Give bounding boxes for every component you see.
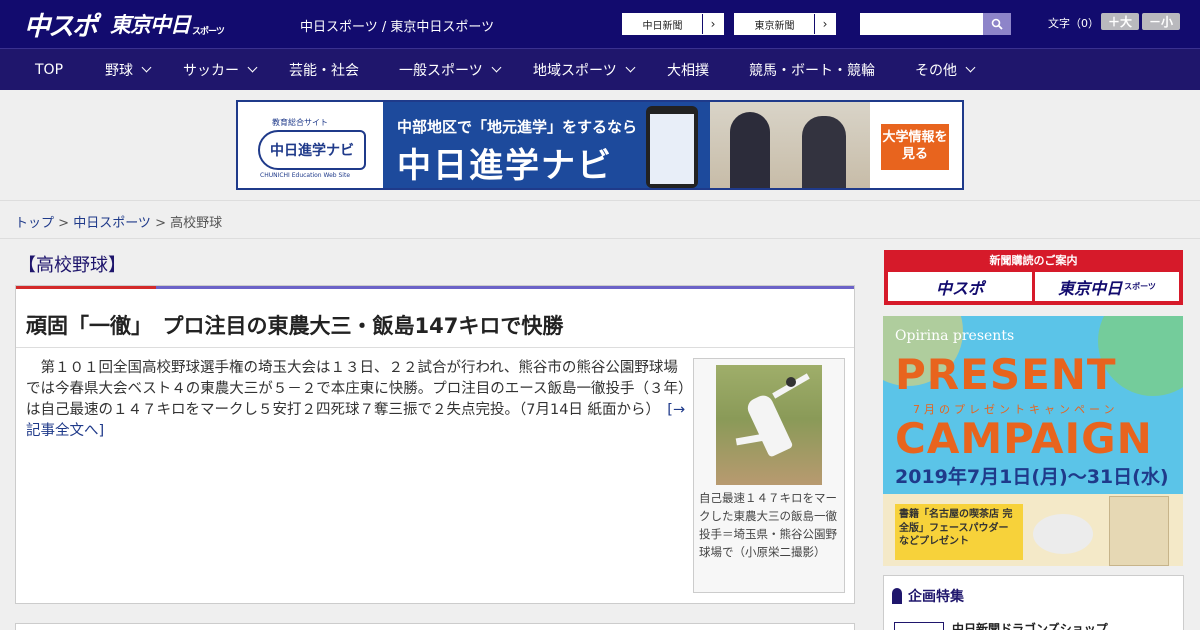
article-title[interactable]: 頑固「一徹」 プロ注目の東農大三・飯島147キロで快勝 xyxy=(26,310,563,340)
powder-jar-image xyxy=(1033,514,1093,554)
subscribe-tokyo-button[interactable]: 東京中日 スポーツ xyxy=(1035,272,1179,301)
ad-badge: 中日進学ナビ xyxy=(258,130,366,170)
photo-box: 自己最速１４７キロをマークした東農大三の飯島一徹投手＝埼玉県・熊谷公園野球場で（… xyxy=(693,358,845,593)
nav-item-baseball[interactable]: 野球 xyxy=(105,49,152,90)
breadcrumb-home[interactable]: トップ xyxy=(15,216,54,231)
promo-campaign: CAMPAIGN xyxy=(895,414,1153,463)
feature-box: 企画特集 中日新聞ドラゴンズショップ xyxy=(883,575,1184,630)
subscribe-chuspo-label: 中スポ xyxy=(935,278,984,298)
article-body: 第１０１回全国高校野球選手権の埼玉大会は１３日、２２試合が行われ、熊谷市の熊谷公… xyxy=(26,358,686,442)
chunichi-shimbun-label: 中日新聞 xyxy=(623,14,703,34)
ad-cta-button[interactable]: 大学情報を見る xyxy=(881,124,949,170)
chuspo-logo[interactable]: 中スポ xyxy=(24,6,98,42)
next-article-card xyxy=(15,623,855,630)
nav-item-other[interactable]: その他 xyxy=(915,49,976,90)
nav-label: 一般スポーツ xyxy=(399,62,483,79)
nav-label: 地域スポーツ xyxy=(533,62,617,79)
subscription-banner: 新聞購読のご案内 中スポ 東京中日 スポーツ xyxy=(884,250,1183,305)
chevron-right-icon: › xyxy=(710,17,716,31)
nav-label: TOP xyxy=(35,61,64,78)
nav-label: サッカー xyxy=(183,62,239,79)
font-decrease-button[interactable]: －小 xyxy=(1142,13,1180,30)
tokyo-logo-text: 東京中日 xyxy=(110,13,191,37)
chevron-down-icon xyxy=(141,62,152,73)
promo-book-text: 書籍「名古屋の喫茶店 完全版」フェースパウダー などプレゼント xyxy=(895,504,1023,560)
promo-present: PRESENT xyxy=(895,350,1117,399)
subscribe-tokyo-sub: スポーツ xyxy=(1124,282,1156,291)
tokyo-chunichi-logo[interactable]: 東京中日 スポーツ xyxy=(110,6,225,42)
nav-item-soccer[interactable]: サッカー xyxy=(183,49,258,90)
article-card: 頑固「一徹」 プロ注目の東農大三・飯島147キロで快勝 第１０１回全国高校野球選… xyxy=(15,285,855,604)
chevron-down-icon xyxy=(247,62,258,73)
nav-item-entertainment[interactable]: 芸能・社会 xyxy=(289,49,359,90)
ad-badge-top: 教育総合サイト xyxy=(272,118,328,127)
font-increase-button[interactable]: ＋大 xyxy=(1101,13,1139,30)
breadcrumb-sep: > xyxy=(54,216,74,231)
pitcher-photo[interactable] xyxy=(716,365,822,485)
section-heading: 【高校野球】 xyxy=(18,255,126,276)
nav-label: 芸能・社会 xyxy=(289,62,359,79)
feature-thumb xyxy=(894,621,944,630)
ad-badge-bottom: CHUNICHI Education Web Site xyxy=(260,172,351,179)
tokyo-logo-sub: スポーツ xyxy=(192,26,225,37)
photo-caption: 自己最速１４７キロをマークした東農大三の飯島一徹投手＝埼玉県・熊谷公園野球場で（… xyxy=(699,491,837,559)
ad-line1: 中部地区で「地元進学」をするなら xyxy=(397,118,638,136)
site-header: 中スポ 東京中日 スポーツ 中日スポーツ / 東京中日スポーツ 中日新聞 › 東京… xyxy=(0,0,1200,48)
nav-item-general-sports[interactable]: 一般スポーツ xyxy=(399,49,502,90)
tokyo-shimbun-label: 東京新聞 xyxy=(735,14,815,34)
feature-item-label: 中日新聞ドラゴンズショップ xyxy=(952,622,1108,630)
book-image xyxy=(1109,496,1169,566)
chuspo-logo-text: 中スポ xyxy=(24,11,98,42)
breadcrumb-sep: > xyxy=(150,216,171,231)
nav-item-sumo[interactable]: 大相撲 xyxy=(667,49,709,90)
present-campaign-ad[interactable]: Opirina presents PRESENT 7月のプレゼントキャンペーン … xyxy=(883,316,1183,566)
breadcrumb-section[interactable]: 中日スポーツ xyxy=(73,216,151,231)
feature-item[interactable]: 中日新聞ドラゴンズショップ xyxy=(894,620,1108,630)
nav-item-racing[interactable]: 競馬・ボート・競輪 xyxy=(749,49,875,90)
breadcrumb-row: トップ > 中日スポーツ > 高校野球 xyxy=(0,200,1200,239)
chevron-right-icon: › xyxy=(822,17,828,31)
chevron-down-icon xyxy=(965,62,976,73)
ad-banner[interactable]: 教育総合サイト 中日進学ナビ CHUNICHI Education Web Si… xyxy=(236,100,964,190)
chunichi-shimbun-link[interactable]: 中日新聞 › xyxy=(622,13,724,35)
feature-title-text: 企画特集 xyxy=(908,589,964,605)
ribbon-icon xyxy=(892,588,902,604)
subscribe-chuspo-button[interactable]: 中スポ xyxy=(888,272,1032,301)
tokyo-shimbun-link[interactable]: 東京新聞 › xyxy=(734,13,836,35)
main-nav: TOP 野球 サッカー 芸能・社会 一般スポーツ 地域スポーツ 大相撲 競馬・ボ… xyxy=(0,48,1200,90)
students-photo xyxy=(710,102,870,188)
ad-line2: 中日進学ナビ xyxy=(397,146,613,186)
search-input[interactable] xyxy=(860,13,983,35)
article-text: 第１０１回全国高校野球選手権の埼玉大会は１３日、２２試合が行われ、熊谷市の熊谷公… xyxy=(26,360,686,418)
nav-item-local-sports[interactable]: 地域スポーツ xyxy=(533,49,636,90)
smartphone-image xyxy=(646,106,698,188)
breadcrumb: トップ > 中日スポーツ > 高校野球 xyxy=(15,212,222,231)
chevron-down-icon xyxy=(491,62,502,73)
nav-item-top[interactable]: TOP xyxy=(35,49,63,90)
article-top-bar xyxy=(16,286,854,289)
nav-label: 野球 xyxy=(105,62,133,79)
promo-brand: Opirina presents xyxy=(895,328,1015,344)
site-title: 中日スポーツ / 東京中日スポーツ xyxy=(300,20,495,35)
subscribe-tokyo-label: 東京中日 xyxy=(1058,278,1123,298)
ad-logo-area: 教育総合サイト 中日進学ナビ CHUNICHI Education Web Si… xyxy=(238,102,383,188)
subscription-heading: 新聞購読のご案内 xyxy=(989,254,1078,267)
nav-label: 大相撲 xyxy=(667,62,709,79)
font-size-label: 文字（0） xyxy=(1048,17,1099,30)
feature-title: 企画特集 xyxy=(892,586,964,606)
search-button[interactable] xyxy=(983,13,1011,35)
breadcrumb-current: 高校野球 xyxy=(170,216,223,231)
divider xyxy=(16,347,854,348)
nav-label: 競馬・ボート・競輪 xyxy=(749,62,875,79)
promo-dates: 2019年7月1日(月)～31日(水) xyxy=(895,466,1169,488)
search-icon xyxy=(991,18,1003,30)
chevron-down-icon xyxy=(625,62,636,73)
nav-label: その他 xyxy=(915,62,957,79)
